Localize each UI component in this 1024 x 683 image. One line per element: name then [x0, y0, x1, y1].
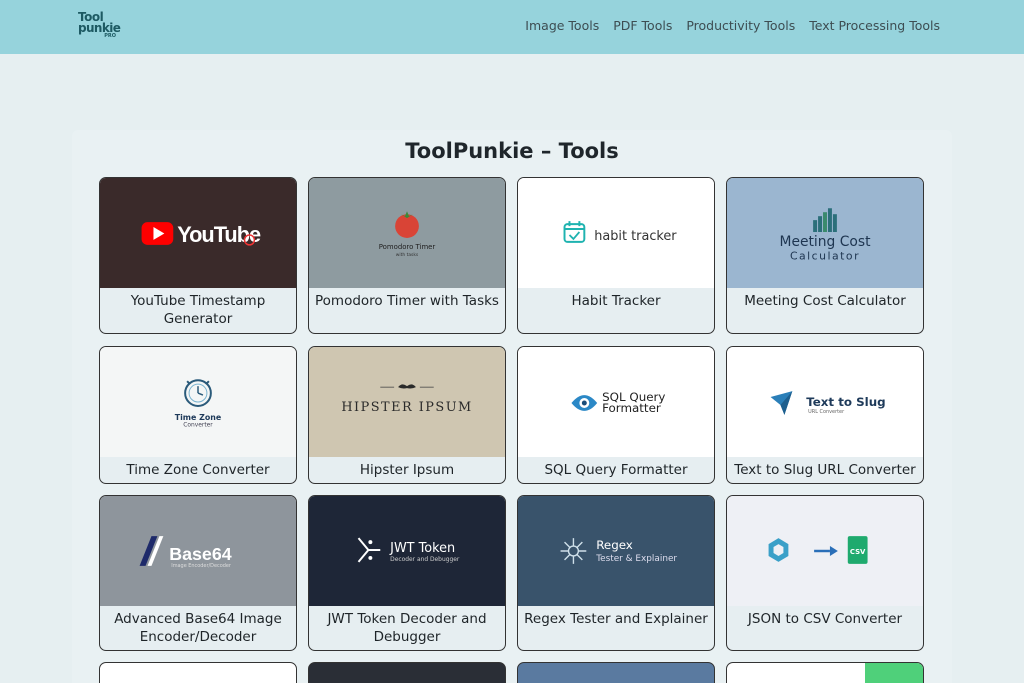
svg-text:Formatter: Formatter: [602, 401, 661, 415]
nav-pdf-tools[interactable]: PDF Tools: [613, 18, 672, 33]
svg-text:Regex: Regex: [596, 538, 633, 552]
card-label: Meeting Cost Calculator: [744, 293, 906, 309]
card-label: Time Zone Converter: [126, 462, 270, 478]
card-thumbnail: YouTube: [100, 178, 296, 288]
svg-text:Decoder and Debugger: Decoder and Debugger: [390, 556, 460, 563]
svg-text:Image Encoder/Decoder: Image Encoder/Decoder: [171, 563, 232, 569]
card-label: JSON to CSV Converter: [747, 611, 903, 627]
calendar-check-icon: habit tracker: [563, 221, 677, 244]
svg-text:Tester & Explainer: Tester & Explainer: [595, 554, 677, 564]
toolpunkie-logo[interactable]: Tool punkie PRO: [78, 11, 121, 40]
svg-text:with tasks: with tasks: [396, 252, 419, 258]
tool-card-hipster-ipsum[interactable]: HIPSTER IPSUM Hipster Ipsum: [308, 346, 506, 484]
card-thumbnail: Meeting Cost Calculator: [727, 178, 923, 288]
tool-card-partial[interactable]: [726, 662, 924, 683]
tool-card-time-zone[interactable]: Time Zone Converter Time Zone Converter: [99, 346, 297, 484]
card-thumbnail: Text to Slug URL Converter: [727, 347, 923, 457]
card-label: Advanced Base64 Image Encoder/Decoder: [114, 611, 282, 645]
svg-text:Calculator: Calculator: [790, 250, 860, 263]
tool-card-partial[interactable]: [517, 662, 715, 683]
card-label: Habit Tracker: [571, 293, 661, 309]
svg-text:Base64: Base64: [169, 544, 231, 564]
nav-image-tools[interactable]: Image Tools: [525, 18, 599, 33]
tool-card-json-to-csv[interactable]: CSV JSON to CSV Converter: [726, 495, 924, 651]
eye-shield-icon: SQL Query Formatter: [571, 390, 665, 415]
card-label: Pomodoro Timer with Tasks: [315, 293, 499, 309]
alarm-clock-icon: Time Zone Converter: [175, 379, 222, 429]
json-csv-icon: CSV: [768, 536, 868, 564]
svg-text:JWT Token: JWT Token: [389, 541, 455, 556]
nav-text-processing-tools[interactable]: Text Processing Tools: [809, 18, 940, 33]
tool-card-meeting-cost[interactable]: Meeting Cost Calculator Meeting Cost Cal…: [726, 177, 924, 334]
card-thumbnail: SQL Query Formatter: [518, 347, 714, 457]
card-thumbnail: CSV: [727, 496, 923, 606]
paper-plane-icon: Text to Slug URL Converter: [770, 391, 886, 415]
tomato-icon: Pomodoro Timer with tasks: [379, 211, 436, 258]
card-label: SQL Query Formatter: [544, 462, 688, 478]
regex-burst-icon: Regex Tester & Explainer: [560, 538, 677, 564]
svg-text:habit tracker: habit tracker: [594, 229, 677, 244]
tool-card-sql-formatter[interactable]: SQL Query Formatter SQL Query Formatter: [517, 346, 715, 484]
svg-text:Converter: Converter: [183, 422, 213, 429]
page-title: ToolPunkie – Tools: [405, 139, 619, 163]
card-thumbnail: habit tracker: [518, 178, 714, 288]
card-thumbnail: Regex Tester & Explainer: [518, 496, 714, 606]
youtube-logo-icon: YouTube: [141, 222, 262, 247]
tool-card-partial[interactable]: [99, 662, 297, 683]
svg-text:Text to Slug: Text to Slug: [806, 395, 886, 409]
site-header: Tool punkie PRO Image Tools PDF Tools Pr…: [0, 0, 1024, 54]
tool-card-text-to-slug[interactable]: Text to Slug URL Converter Text to Slug …: [726, 346, 924, 484]
tool-card-pomodoro-timer[interactable]: Pomodoro Timer with tasks Pomodoro Timer…: [308, 177, 506, 334]
card-thumbnail: Time Zone Converter: [100, 347, 296, 457]
card-thumbnail: HIPSTER IPSUM: [309, 347, 505, 457]
tool-card-regex-tester[interactable]: Regex Tester & Explainer Regex Tester an…: [517, 495, 715, 651]
svg-text:Meeting Cost: Meeting Cost: [780, 234, 872, 250]
tool-card-jwt-decoder[interactable]: JWT Token Decoder and Debugger JWT Token…: [308, 495, 506, 651]
card-thumbnail: Base64 Image Encoder/Decoder: [100, 496, 296, 606]
card-label: Text to Slug URL Converter: [734, 462, 916, 478]
card-accent: [865, 663, 923, 683]
svg-text:URL Converter: URL Converter: [808, 409, 845, 415]
jwt-token-icon: JWT Token Decoder and Debugger: [357, 537, 460, 563]
svg-text:Pomodoro Timer: Pomodoro Timer: [379, 243, 436, 251]
tool-card-habit-tracker[interactable]: habit tracker Habit Tracker: [517, 177, 715, 334]
card-label: JWT Token Decoder and Debugger: [327, 611, 487, 645]
card-label: Regex Tester and Explainer: [524, 611, 708, 627]
mustache-icon: HIPSTER IPSUM: [341, 384, 472, 415]
tool-card-partial[interactable]: [308, 662, 506, 683]
card-thumbnail: JWT Token Decoder and Debugger: [309, 496, 505, 606]
svg-text:HIPSTER IPSUM: HIPSTER IPSUM: [341, 400, 472, 415]
svg-text:CSV: CSV: [850, 548, 866, 556]
nav-productivity-tools[interactable]: Productivity Tools: [686, 18, 795, 33]
card-label: Hipster Ipsum: [359, 462, 455, 478]
base64-icon: Base64 Image Encoder/Decoder: [139, 536, 232, 569]
card-label: YouTube Timestamp Generator: [130, 293, 266, 327]
main-nav: Image Tools PDF Tools Productivity Tools…: [525, 18, 940, 33]
tool-card-youtube-timestamp[interactable]: YouTube YouTube Timestamp Generator: [99, 177, 297, 334]
card-thumbnail: Pomodoro Timer with tasks: [309, 178, 505, 288]
bar-chart-icon: Meeting Cost Calculator: [780, 208, 872, 263]
svg-text:Time Zone: Time Zone: [175, 413, 222, 422]
tool-card-base64[interactable]: Base64 Image Encoder/Decoder Advanced Ba…: [99, 495, 297, 651]
